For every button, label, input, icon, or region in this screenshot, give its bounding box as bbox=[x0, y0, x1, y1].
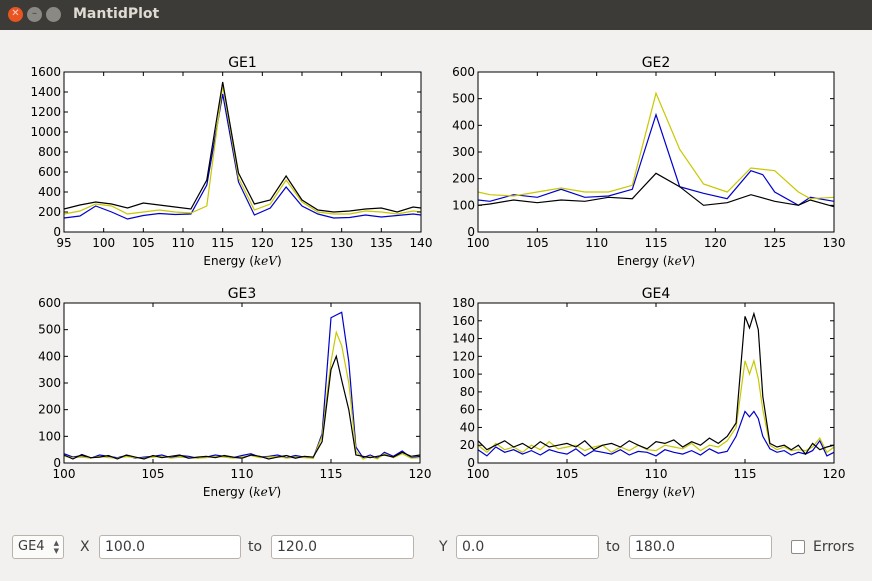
window-title: MantidPlot bbox=[73, 6, 160, 22]
y-tick-label: 100 bbox=[452, 367, 475, 381]
y-tick-label: 1600 bbox=[30, 65, 61, 79]
errors-label: Errors bbox=[813, 539, 855, 555]
x-tick-label: 110 bbox=[172, 236, 195, 250]
y-tick-label: 160 bbox=[452, 314, 475, 328]
y-tick-label: 0 bbox=[467, 225, 475, 239]
x-tick-label: 110 bbox=[645, 467, 668, 481]
x-axis-label: Energy (keV) bbox=[203, 485, 281, 499]
x-tick-label: 130 bbox=[330, 236, 353, 250]
plot-ge3[interactable]: GE3100 105 110 115 1200100200300400500600Ene… bbox=[38, 286, 431, 499]
y-tick-label: 800 bbox=[38, 145, 61, 159]
y-tick-label: 600 bbox=[38, 296, 61, 310]
y-tick-label: 180 bbox=[452, 296, 475, 310]
x-tick-label: 125 bbox=[763, 236, 786, 250]
x-axis-label: Energy (keV) bbox=[203, 254, 281, 268]
y-tick-label: 60 bbox=[460, 403, 475, 417]
x-tick-label: 115 bbox=[211, 236, 234, 250]
plot-area bbox=[478, 303, 834, 463]
y-tick-label: 0 bbox=[53, 225, 61, 239]
y-tick-label: 400 bbox=[38, 185, 61, 199]
y-to-label: to bbox=[606, 539, 621, 555]
y-tick-label: 600 bbox=[452, 65, 475, 79]
plot-area bbox=[64, 303, 420, 463]
detector-selector-value: GE4 bbox=[18, 539, 45, 554]
maximize-window-button[interactable] bbox=[46, 7, 61, 22]
plot-ge2[interactable]: GE2100 105 110 115 120 125 1300100200300400500… bbox=[452, 55, 845, 268]
x-tick-label: 105 bbox=[556, 467, 579, 481]
x-tick-label: 110 bbox=[585, 236, 608, 250]
close-window-button[interactable]: ✕ bbox=[8, 7, 23, 22]
x-axis-label: Energy (keV) bbox=[617, 254, 695, 268]
plot-ge1[interactable]: GE195 100 105 110 115 120 125 130 135 14002004006… bbox=[30, 55, 432, 268]
y-tick-label: 500 bbox=[38, 323, 61, 337]
plot-title: GE1 bbox=[228, 55, 257, 71]
y-tick-label: 1000 bbox=[30, 125, 61, 139]
x-tick-label: 130 bbox=[823, 236, 846, 250]
y-tick-label: 600 bbox=[38, 165, 61, 179]
x-tick-label: 120 bbox=[704, 236, 727, 250]
y-tick-label: 200 bbox=[38, 403, 61, 417]
y-tick-label: 300 bbox=[38, 376, 61, 390]
x-tick-label: 140 bbox=[410, 236, 433, 250]
x-tick-label: 120 bbox=[823, 467, 846, 481]
plots-canvas: GE195 100 105 110 115 120 125 130 135 14002004006… bbox=[30, 55, 845, 499]
y-min-input[interactable] bbox=[456, 535, 599, 559]
y-tick-label: 40 bbox=[460, 420, 475, 434]
x-min-input[interactable] bbox=[99, 535, 241, 559]
y-tick-label: 200 bbox=[38, 205, 61, 219]
y-tick-label: 400 bbox=[452, 118, 475, 132]
x-tick-label: 115 bbox=[320, 467, 343, 481]
y-tick-label: 140 bbox=[452, 332, 475, 346]
title-bar: ✕ – MantidPlot bbox=[0, 0, 872, 30]
plot-ge4[interactable]: GE4100 105 110 115 1200204060801001201401601… bbox=[452, 286, 845, 499]
plot-area bbox=[478, 72, 834, 232]
x-tick-label: 125 bbox=[291, 236, 314, 250]
y-tick-label: 300 bbox=[452, 145, 475, 159]
x-tick-label: 115 bbox=[645, 236, 668, 250]
y-range-label: Y bbox=[439, 539, 448, 555]
x-tick-label: 110 bbox=[231, 467, 254, 481]
y-tick-label: 400 bbox=[38, 349, 61, 363]
x-axis-label: Energy (keV) bbox=[617, 485, 695, 499]
y-tick-label: 0 bbox=[467, 456, 475, 470]
plot-title: GE2 bbox=[642, 55, 671, 71]
x-tick-label: 105 bbox=[132, 236, 155, 250]
y-tick-label: 200 bbox=[452, 172, 475, 186]
y-tick-label: 100 bbox=[38, 429, 61, 443]
x-max-input[interactable] bbox=[271, 535, 414, 559]
y-tick-label: 500 bbox=[452, 92, 475, 106]
y-tick-label: 0 bbox=[53, 456, 61, 470]
x-tick-label: 120 bbox=[409, 467, 432, 481]
y-tick-label: 80 bbox=[460, 385, 475, 399]
y-tick-label: 20 bbox=[460, 438, 475, 452]
x-tick-label: 100 bbox=[92, 236, 115, 250]
plot-title: GE3 bbox=[228, 286, 257, 302]
y-tick-label: 1200 bbox=[30, 105, 61, 119]
y-tick-label: 120 bbox=[452, 349, 475, 363]
x-tick-label: 105 bbox=[142, 467, 165, 481]
y-tick-label: 1400 bbox=[30, 85, 61, 99]
x-tick-label: 120 bbox=[251, 236, 274, 250]
errors-checkbox[interactable] bbox=[791, 540, 805, 554]
minimize-window-button[interactable]: – bbox=[27, 7, 42, 22]
x-tick-label: 105 bbox=[526, 236, 549, 250]
x-to-label: to bbox=[248, 539, 263, 555]
y-tick-label: 100 bbox=[452, 198, 475, 212]
x-tick-label: 115 bbox=[734, 467, 757, 481]
x-range-label: X bbox=[80, 539, 90, 555]
y-max-input[interactable] bbox=[629, 535, 772, 559]
spin-arrows-icon: ▲ ▼ bbox=[53, 539, 59, 555]
x-tick-label: 135 bbox=[370, 236, 393, 250]
detector-selector[interactable]: GE4 ▲ ▼ bbox=[12, 535, 64, 559]
plot-area bbox=[64, 72, 421, 232]
plot-title: GE4 bbox=[642, 286, 671, 302]
